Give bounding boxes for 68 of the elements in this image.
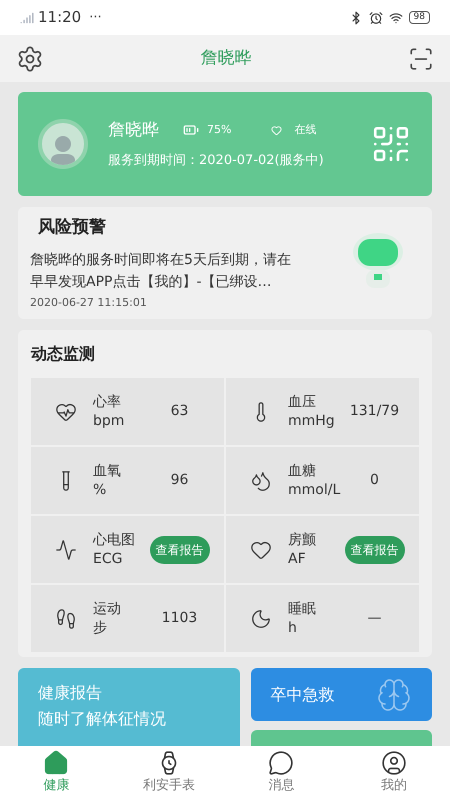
metric-value: — <box>368 609 382 628</box>
metric-tile[interactable]: 心电图 ECG 查看报告 <box>31 516 224 583</box>
metric-tile[interactable]: 心率 bpm 63 <box>31 378 224 445</box>
metric-value: 63 <box>170 402 188 421</box>
user-name: 詹晓晔 <box>108 118 159 142</box>
metric-tile[interactable]: 房颤 AF 查看报告 <box>226 516 419 583</box>
brain-icon <box>376 676 412 712</box>
pulse-icon <box>55 538 77 560</box>
scan-button[interactable] <box>408 46 434 72</box>
tab-label: 健康 <box>43 777 70 796</box>
avatar <box>38 119 88 169</box>
metric-label: 血氧 <box>93 462 122 480</box>
card-subtitle: 随时了解体征情况 <box>38 708 167 730</box>
tab-label: 利安手表 <box>142 777 195 796</box>
wifi-icon <box>388 10 403 24</box>
metric-unit: h <box>288 618 298 638</box>
alert-message: 詹晓晔的服务时间即将在5天后到期，请在早早发现APP点击【我的】-【已绑设… <box>30 250 292 292</box>
service-expiry: 服务到期时间：2020-07-02(服务中) <box>108 152 325 170</box>
battery-indicator: 98 <box>408 11 430 24</box>
nav-tab[interactable]: 消息 <box>225 746 338 800</box>
page-title: 詹晓晔 <box>200 46 252 70</box>
metric-label: 心率 <box>93 392 122 412</box>
heart-icon <box>271 124 282 136</box>
metric-label: 血压 <box>288 392 317 412</box>
home-icon <box>43 750 70 776</box>
metric-unit: mmHg <box>288 412 336 430</box>
nav-tab[interactable]: 我的 <box>338 746 450 800</box>
metric-unit: bpm <box>93 412 126 430</box>
metric-unit: mmol/L <box>288 480 338 500</box>
metric-unit: AF <box>288 550 307 568</box>
droplets-icon <box>250 470 272 492</box>
section-title: 风险预警 <box>38 216 107 239</box>
footprints-icon <box>55 608 77 630</box>
alarm-icon <box>368 10 383 24</box>
card-title: 卒中急救 <box>270 684 334 706</box>
metric-value: 1103 <box>162 609 198 628</box>
section-title: 动态监测 <box>31 343 96 365</box>
nav-tab[interactable]: 利安手表 <box>112 746 225 800</box>
metric-label: 睡眠 <box>288 600 317 618</box>
metric-label: 血糖 <box>288 462 317 480</box>
metric-unit: 步 <box>93 618 108 638</box>
online-status: 在线 <box>294 122 316 138</box>
signal-icon <box>20 10 34 24</box>
clock-time: 11:20 <box>38 7 82 28</box>
metric-unit: % <box>93 480 108 500</box>
metric-tile[interactable]: 血糖 mmol/L 0 <box>226 447 419 514</box>
tab-label: 消息 <box>268 777 294 796</box>
metric-value: 96 <box>170 471 188 490</box>
settings-button[interactable] <box>16 44 44 72</box>
metric-value: 0 <box>370 471 379 490</box>
alert-time: 2020-06-27 11:15:01 <box>30 294 148 310</box>
metric-tile[interactable]: 血氧 % 96 <box>31 447 224 514</box>
metric-tile[interactable]: 睡眠 h — <box>226 585 419 652</box>
user-icon <box>380 750 407 776</box>
metric-label: 心电图 <box>93 530 136 550</box>
moon-icon <box>250 608 272 630</box>
tab-label: 我的 <box>380 777 407 796</box>
more-notifications: ··· <box>89 8 102 27</box>
metric-tile[interactable]: 血压 mmHg 131/79 <box>226 378 419 445</box>
chat-bubble-icon <box>268 750 294 776</box>
metric-label: 运动 <box>93 600 122 618</box>
risk-alert-card[interactable]: 风险预警 詹晓晔的服务时间即将在5天后到期，请在早早发现APP点击【我的】-【已绑设… 2020-06-27 11:15:01 <box>18 207 432 319</box>
metric-tile[interactable]: 运动 步 1103 <box>31 585 224 652</box>
metric-label: 房颤 <box>288 530 317 550</box>
card-title: 健康报告 <box>38 682 103 704</box>
device-battery: 75% <box>207 122 232 138</box>
metric-unit: ECG <box>93 550 124 568</box>
metric-value: 131/79 <box>350 402 400 421</box>
